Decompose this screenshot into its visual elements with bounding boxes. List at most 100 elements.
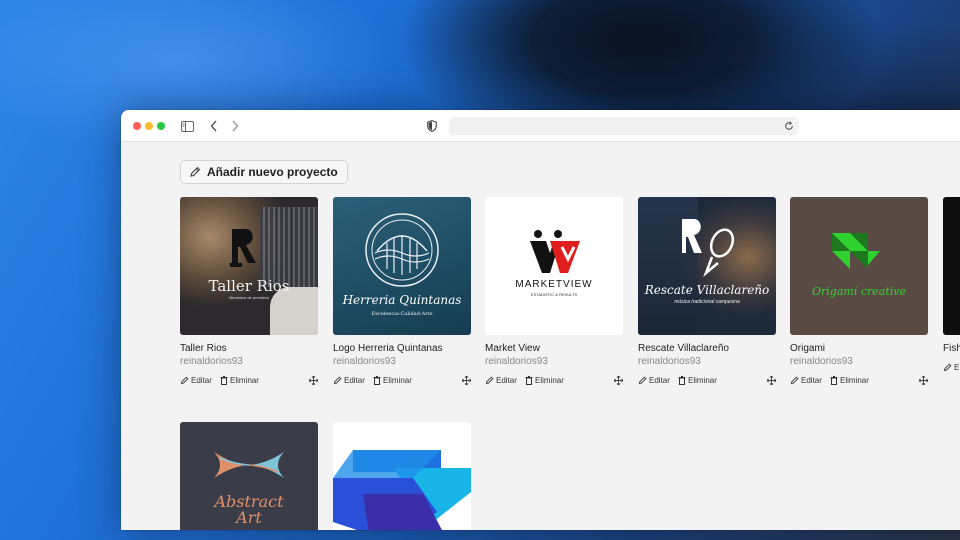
project-title[interactable]: Logo Herreria Quintanas — [333, 343, 471, 355]
delete-label: Eliminar — [230, 376, 259, 385]
delete-label: Eliminar — [840, 376, 869, 385]
edit-button[interactable]: Editar — [638, 376, 670, 385]
logo-subtitle: Mecánica de precisión — [229, 295, 269, 300]
move-icon[interactable] — [309, 376, 318, 385]
logo-title: Taller Rios — [208, 277, 290, 295]
edit-label: Editar — [496, 376, 517, 385]
pencil-icon — [485, 376, 494, 385]
edit-label: Editar — [649, 376, 670, 385]
origami-logo-icon — [832, 233, 880, 269]
edit-button[interactable]: Editar — [180, 376, 212, 385]
project-owner: reinaldorios93 — [790, 356, 853, 367]
add-project-label: Añadir nuevo proyecto — [207, 165, 338, 179]
pencil-icon — [943, 363, 952, 372]
project-title[interactable]: Origami — [790, 343, 928, 355]
project-thumbnail[interactable]: Taller Rios Mecánica de precisión — [180, 197, 318, 335]
project-title[interactable]: Rescate Villaclareño — [638, 343, 776, 355]
project-thumbnail[interactable]: MARKETVIEW ESTADISTIC & RESULTS — [485, 197, 623, 335]
project-thumbnail[interactable] — [943, 197, 960, 335]
guitar-logo-icon — [682, 219, 735, 277]
trash-icon — [525, 376, 533, 385]
logo-title: Origami creative — [812, 285, 906, 298]
project-card[interactable]: MARKETVIEW ESTADISTIC & RESULTS Market V… — [485, 197, 623, 388]
trash-icon — [678, 376, 686, 385]
card-actions: Editar Eliminar — [180, 376, 318, 388]
gate-logo-icon — [365, 213, 439, 287]
delete-label: Eliminar — [383, 376, 412, 385]
edit-label: Editar — [801, 376, 822, 385]
abstract-logo-icon — [214, 452, 284, 478]
project-card[interactable]: Origami creative Origami reinaldorios93 … — [790, 197, 928, 388]
zoom-window-button[interactable] — [157, 122, 165, 130]
pencil-icon — [180, 376, 189, 385]
edit-label: E — [954, 363, 960, 372]
project-card[interactable]: Taller Rios Mecánica de precisión Taller… — [180, 197, 318, 388]
market-logo-icon — [530, 230, 580, 273]
delete-label: Eliminar — [688, 376, 717, 385]
geometric-logo-icon — [333, 450, 471, 530]
logo-title: Rescate Villaclareño — [644, 283, 770, 297]
project-thumbnail[interactable]: Origami creative — [790, 197, 928, 335]
title-bar — [121, 110, 960, 142]
pencil-icon — [638, 376, 647, 385]
shield-icon[interactable] — [424, 118, 440, 134]
logo-title: Abstract Art — [214, 492, 284, 527]
project-thumbnail[interactable]: Herreria Quintanas Excelencia-Calidad-Ar… — [333, 197, 471, 335]
trash-icon — [373, 376, 381, 385]
card-actions: E — [943, 363, 960, 375]
delete-label: Eliminar — [535, 376, 564, 385]
logo-subtitle: ESTADISTIC & RESULTS — [530, 292, 578, 297]
project-owner: reinaldorios93 — [333, 356, 396, 367]
project-title[interactable]: Fish — [943, 343, 960, 355]
project-card[interactable]: Rescate Villaclareño música tradicional … — [638, 197, 776, 388]
logo-subtitle: Excelencia-Calidad-Arte — [371, 311, 433, 317]
minimize-window-button[interactable] — [145, 122, 153, 130]
project-card[interactable]: Abstract Art — [180, 422, 318, 530]
sidebar-icon[interactable] — [179, 118, 195, 134]
project-owner: reinaldorios93 — [485, 356, 548, 367]
delete-button[interactable]: Eliminar — [830, 376, 869, 385]
pencil-icon — [333, 376, 342, 385]
pencil-icon — [790, 376, 799, 385]
add-project-button[interactable]: Añadir nuevo proyecto — [180, 160, 348, 184]
logo-subtitle: música tradicional campesina — [674, 299, 740, 305]
move-icon[interactable] — [767, 376, 776, 385]
project-owner: reinaldorios93 — [180, 356, 243, 367]
close-window-button[interactable] — [133, 122, 141, 130]
project-thumbnail[interactable]: Abstract Art — [180, 422, 318, 530]
card-actions: Editar Eliminar — [790, 376, 928, 388]
move-icon[interactable] — [614, 376, 623, 385]
project-card[interactable]: Fish E — [943, 197, 960, 375]
delete-button[interactable]: Eliminar — [220, 376, 259, 385]
project-thumbnail[interactable] — [333, 422, 471, 530]
logo-title: Herreria Quintanas — [342, 293, 462, 307]
chevron-right-icon[interactable] — [227, 118, 243, 134]
project-owner: reinaldorios93 — [638, 356, 701, 367]
page-content: Añadir nuevo proyecto Taller Rios Mecáni… — [121, 142, 960, 530]
browser-window: Añadir nuevo proyecto Taller Rios Mecáni… — [121, 110, 960, 530]
project-title[interactable]: Market View — [485, 343, 623, 355]
delete-button[interactable]: Eliminar — [525, 376, 564, 385]
pencil-icon — [190, 166, 201, 177]
move-icon[interactable] — [462, 376, 471, 385]
delete-button[interactable]: Eliminar — [678, 376, 717, 385]
project-thumbnail[interactable]: Rescate Villaclareño música tradicional … — [638, 197, 776, 335]
reload-icon[interactable] — [782, 119, 796, 133]
edit-label: Editar — [344, 376, 365, 385]
logo-title: MARKETVIEW — [515, 279, 593, 290]
project-card[interactable]: Herreria Quintanas Excelencia-Calidad-Ar… — [333, 197, 471, 388]
edit-button[interactable]: Editar — [485, 376, 517, 385]
project-card[interactable] — [333, 422, 471, 530]
card-actions: Editar Eliminar — [333, 376, 471, 388]
edit-button[interactable]: Editar — [333, 376, 365, 385]
edit-button[interactable]: Editar — [790, 376, 822, 385]
delete-button[interactable]: Eliminar — [373, 376, 412, 385]
project-title[interactable]: Taller Rios — [180, 343, 318, 355]
logo-r-icon — [230, 229, 256, 267]
edit-button[interactable]: E — [943, 363, 959, 372]
chevron-left-icon[interactable] — [206, 118, 222, 134]
edit-label: Editar — [191, 376, 212, 385]
address-bar[interactable] — [449, 117, 799, 135]
card-actions: Editar Eliminar — [485, 376, 623, 388]
move-icon[interactable] — [919, 376, 928, 385]
